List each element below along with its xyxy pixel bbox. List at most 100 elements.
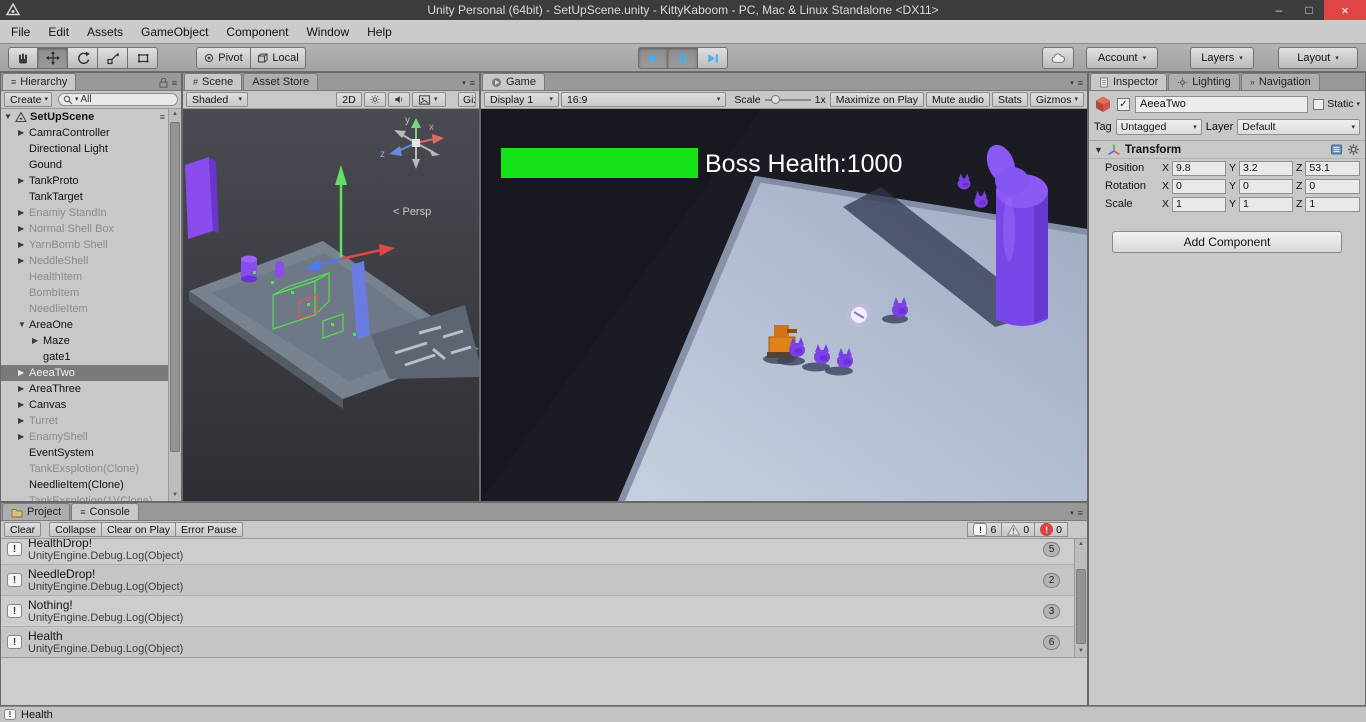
hierarchy-item[interactable]: ▶ Normal Shell Box: [1, 221, 168, 237]
tab-navigation[interactable]: » Navigation: [1240, 73, 1320, 90]
move-tool-button[interactable]: [38, 47, 68, 69]
hierarchy-search-input[interactable]: ▾ All: [58, 93, 178, 106]
fold-arrow-icon[interactable]: ▶: [32, 333, 43, 349]
hierarchy-item[interactable]: ▶ CamraController: [1, 125, 168, 141]
scrollbar-thumb[interactable]: [170, 122, 180, 452]
play-button[interactable]: [638, 47, 668, 69]
menu-file[interactable]: File: [2, 20, 39, 44]
fold-arrow-icon[interactable]: ▶: [18, 381, 29, 397]
hand-tool-button[interactable]: [8, 47, 38, 69]
account-dropdown[interactable]: Account ▾: [1086, 47, 1158, 69]
lock-icon[interactable]: [159, 77, 168, 88]
status-bar[interactable]: ! Health: [0, 706, 1366, 722]
help-book-icon[interactable]: [1330, 143, 1343, 156]
tab-scene[interactable]: # Scene: [184, 73, 243, 90]
layout-dropdown[interactable]: Layout ▾: [1278, 47, 1358, 69]
cloud-button[interactable]: [1042, 47, 1074, 69]
hierarchy-item[interactable]: EventSystem: [1, 445, 168, 461]
clear-button[interactable]: Clear: [4, 522, 42, 537]
scale-z-field[interactable]: [1305, 196, 1360, 212]
error-filter-button[interactable]: ! 0: [1034, 522, 1068, 537]
hierarchy-item[interactable]: ▶ EnamyShell: [1, 429, 168, 445]
menu-component[interactable]: Component: [217, 20, 297, 44]
hierarchy-item[interactable]: TankExsplotion(Clone): [1, 461, 168, 477]
fold-arrow-icon[interactable]: ▼: [1094, 145, 1103, 155]
slider-knob[interactable]: [770, 94, 780, 104]
hierarchy-item[interactable]: ▶ YarnBomb Shell: [1, 237, 168, 253]
scroll-down-icon[interactable]: ▼: [1075, 646, 1087, 657]
rotation-x-field[interactable]: [1172, 178, 1226, 194]
effects-dropdown[interactable]: ▾: [412, 92, 446, 107]
hierarchy-item[interactable]: ▶ Maze: [1, 333, 168, 349]
stats-button[interactable]: Stats: [991, 92, 1028, 107]
warning-filter-button[interactable]: 0: [1001, 522, 1036, 537]
hierarchy-item[interactable]: ▶ Enamiy StandIn: [1, 205, 168, 221]
panel-dropdown-icon[interactable]: ▾: [1070, 80, 1074, 87]
hierarchy-item[interactable]: HealthItem: [1, 269, 168, 285]
local-toggle-button[interactable]: Local: [251, 47, 306, 69]
scale-x-field[interactable]: [1172, 196, 1226, 212]
fold-arrow-icon[interactable]: ▶: [18, 125, 29, 141]
console-scrollbar[interactable]: ▲ ▼: [1074, 539, 1087, 657]
panel-menu-icon[interactable]: ≡: [1078, 78, 1083, 88]
perspective-label[interactable]: < Persp: [393, 206, 431, 218]
audio-toggle-button[interactable]: [388, 92, 410, 107]
hierarchy-item[interactable]: BombItem: [1, 285, 168, 301]
scene-gizmos-dropdown[interactable]: Gizmos: [458, 92, 476, 107]
hierarchy-item[interactable]: ▶ Turret: [1, 413, 168, 429]
fold-arrow-icon[interactable]: ▶: [18, 397, 29, 413]
hierarchy-item[interactable]: gate1: [1, 349, 168, 365]
fold-arrow-icon[interactable]: ▶: [18, 173, 29, 189]
pivot-toggle-button[interactable]: Pivot: [196, 47, 251, 69]
error-pause-button[interactable]: Error Pause: [174, 522, 244, 537]
collapse-button[interactable]: Collapse: [49, 522, 102, 537]
pause-button[interactable]: [668, 47, 698, 69]
fold-arrow-icon[interactable]: ▶: [18, 221, 29, 237]
fold-arrow-icon[interactable]: ▶: [18, 429, 29, 445]
menu-help[interactable]: Help: [358, 20, 401, 44]
scrollbar-thumb[interactable]: [1076, 569, 1086, 644]
mute-audio-button[interactable]: Mute audio: [926, 92, 990, 107]
fold-arrow-icon[interactable]: ▶: [18, 237, 29, 253]
hierarchy-item[interactable]: ▶ AeeaTwo: [1, 365, 168, 381]
scene-header-menu-icon[interactable]: ≡: [160, 109, 168, 125]
tab-game[interactable]: Game: [482, 73, 545, 90]
console-log-entry[interactable]: ! NeedleDrop! UnityEngine.Debug.Log(Obje…: [1, 565, 1074, 596]
lighting-toggle-button[interactable]: [364, 92, 386, 107]
menu-edit[interactable]: Edit: [39, 20, 78, 44]
rotate-tool-button[interactable]: [68, 47, 98, 69]
hierarchy-root-item[interactable]: ▼ SetUpScene ≡: [1, 109, 168, 125]
panel-menu-icon[interactable]: ≡: [172, 78, 177, 88]
menu-assets[interactable]: Assets: [78, 20, 132, 44]
transform-component-header[interactable]: ▼ Transform: [1089, 140, 1365, 159]
fold-arrow-icon[interactable]: ▶: [18, 413, 29, 429]
tab-project[interactable]: Project: [2, 503, 71, 520]
close-button[interactable]: ×: [1324, 0, 1366, 20]
hierarchy-item[interactable]: ▶ AreaThree: [1, 381, 168, 397]
static-checkbox[interactable]: [1313, 98, 1325, 110]
game-viewport[interactable]: Boss Health:1000: [481, 109, 1087, 501]
fold-arrow-icon[interactable]: ▶: [18, 253, 29, 269]
hierarchy-item[interactable]: NeedlieItem: [1, 301, 168, 317]
add-component-button[interactable]: Add Component: [1112, 231, 1342, 253]
console-detail-pane[interactable]: [1, 657, 1087, 705]
hierarchy-scrollbar[interactable]: ▲ ▼: [168, 109, 181, 501]
panel-dropdown-icon[interactable]: ▾: [462, 80, 466, 87]
scale-y-field[interactable]: [1239, 196, 1293, 212]
fold-arrow-icon[interactable]: ▼: [4, 109, 15, 125]
static-dropdown-icon[interactable]: ▾: [1356, 101, 1360, 108]
game-gizmos-dropdown[interactable]: Gizmos ▾: [1029, 92, 1084, 107]
hierarchy-item[interactable]: NeedlieItem(Clone): [1, 477, 168, 493]
gear-icon[interactable]: [1347, 143, 1360, 156]
menu-window[interactable]: Window: [297, 20, 358, 44]
aspect-ratio-dropdown[interactable]: 16:9 ▾: [560, 92, 727, 107]
maximize-on-play-button[interactable]: Maximize on Play: [829, 92, 924, 107]
object-name-field[interactable]: [1135, 95, 1309, 113]
hierarchy-item[interactable]: ▶ Canvas: [1, 397, 168, 413]
scroll-up-icon[interactable]: ▲: [1075, 539, 1087, 550]
fold-arrow-icon[interactable]: ▶: [18, 205, 29, 221]
tab-hierarchy[interactable]: ≡ Hierarchy: [2, 73, 77, 90]
layers-dropdown[interactable]: Layers ▾: [1190, 47, 1254, 69]
hierarchy-item[interactable]: TankTarget: [1, 189, 168, 205]
title-bar[interactable]: Unity Personal (64bit) - SetUpScene.unit…: [0, 0, 1366, 20]
